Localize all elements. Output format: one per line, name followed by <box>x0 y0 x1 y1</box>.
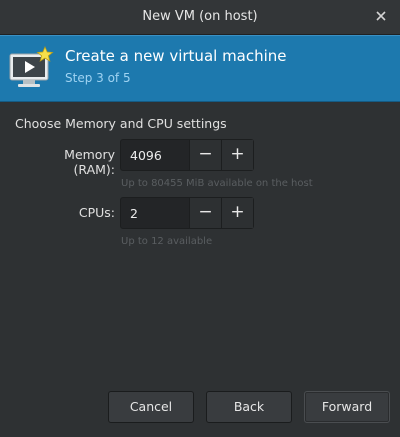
section-heading: Choose Memory and CPU settings <box>15 116 227 131</box>
back-button[interactable]: Back <box>206 391 292 423</box>
memory-increment-button[interactable]: + <box>221 140 253 170</box>
cancel-button[interactable]: Cancel <box>108 391 194 423</box>
cpus-hint: Up to 12 available <box>121 236 213 247</box>
memory-hint: Up to 80455 MiB available on the host <box>121 178 313 189</box>
cpus-decrement-button[interactable]: − <box>189 198 221 228</box>
titlebar: New VM (on host) <box>0 0 400 35</box>
new-vm-dialog: New VM (on host) Create a new virtual ma… <box>0 0 400 437</box>
wizard-banner: Create a new virtual machine Step 3 of 5 <box>0 35 400 102</box>
cpus-label: CPUs: <box>78 205 115 220</box>
memory-input[interactable] <box>121 140 189 170</box>
memory-label: Memory (RAM): <box>64 147 115 177</box>
cpus-input[interactable] <box>121 198 189 228</box>
window-title: New VM (on host) <box>142 9 258 24</box>
wizard-title: Create a new virtual machine <box>65 47 287 65</box>
cpus-spinbutton: − + <box>120 197 254 229</box>
wizard-step: Step 3 of 5 <box>65 71 131 85</box>
close-icon[interactable] <box>374 9 388 23</box>
memory-spinbutton: − + <box>120 139 254 171</box>
forward-button[interactable]: Forward <box>304 391 390 423</box>
memory-decrement-button[interactable]: − <box>189 140 221 170</box>
new-vm-icon <box>9 46 55 90</box>
cpus-increment-button[interactable]: + <box>221 198 253 228</box>
